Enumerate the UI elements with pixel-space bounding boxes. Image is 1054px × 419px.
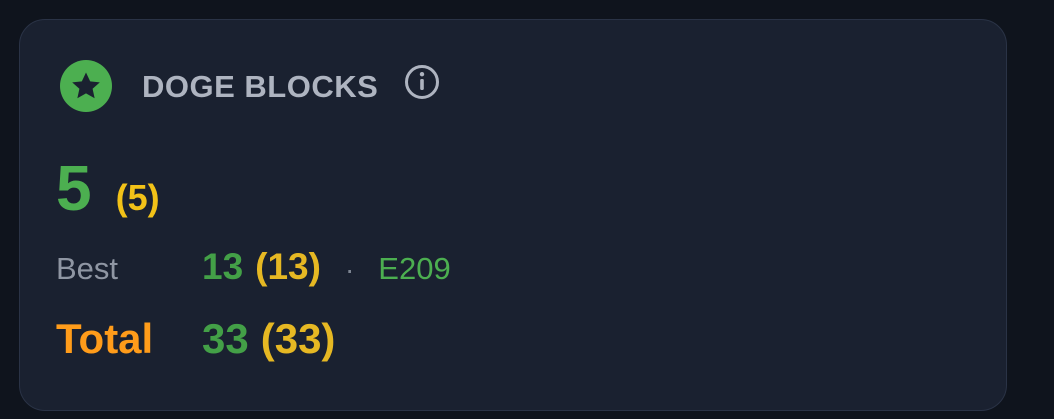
current-blocks-row: 5 (5) bbox=[56, 156, 160, 220]
best-value: 13 bbox=[202, 246, 244, 287]
doge-blocks-card: DOGE BLOCKS 5 (5) Best 13 (13) · E209 To… bbox=[19, 19, 1007, 411]
total-secondary-value: (33) bbox=[260, 315, 336, 362]
best-row: Best 13 (13) · E209 bbox=[56, 248, 451, 285]
best-secondary-value: (13) bbox=[255, 246, 321, 287]
current-blocks-secondary-value: (5) bbox=[115, 177, 160, 218]
best-separator: · bbox=[344, 254, 355, 285]
star-icon bbox=[60, 60, 112, 112]
best-label: Best bbox=[56, 251, 119, 286]
info-icon[interactable] bbox=[404, 64, 440, 100]
best-epoch: E209 bbox=[378, 251, 451, 286]
card-title: DOGE BLOCKS bbox=[142, 68, 379, 104]
total-value: 33 bbox=[202, 315, 249, 362]
total-label: Total bbox=[56, 315, 154, 362]
current-blocks-value: 5 bbox=[56, 152, 92, 224]
total-row: Total 33 (33) bbox=[56, 318, 335, 360]
card-header: DOGE BLOCKS bbox=[60, 60, 440, 112]
